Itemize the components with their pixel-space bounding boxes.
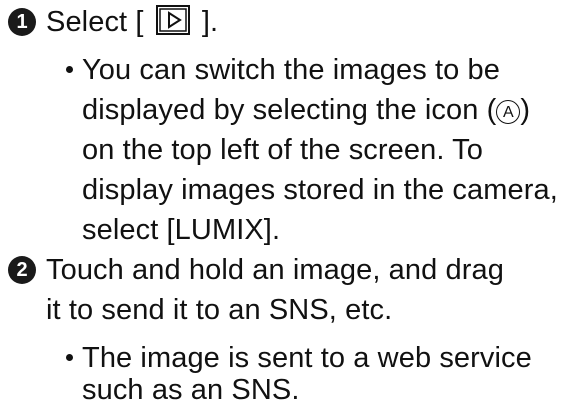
playback-icon xyxy=(155,5,190,35)
step-2-note-line-1: The image is sent to a web service xyxy=(82,342,532,374)
step-1-select-close: ]. xyxy=(201,6,219,38)
instruction-page: 1 Select [ ]. You can switch the images … xyxy=(0,0,577,407)
step-1-bullet xyxy=(66,66,73,73)
step-2-badge: 2 xyxy=(8,256,36,284)
step-1-text: Select [ ]. xyxy=(46,4,218,40)
step-2-text-line-1: Touch and hold an image, and drag xyxy=(46,254,504,286)
step-2-note-line-2: such as an SNS. xyxy=(82,374,300,406)
step-1-note-line-4: display images stored in the camera, xyxy=(82,174,558,206)
step-1-note-line-2: displayed by selecting the icon (A) xyxy=(82,94,531,126)
step-1-note-line-5: select [LUMIX]. xyxy=(82,214,281,246)
step-1-note-line-1: You can switch the images to be xyxy=(82,54,500,86)
icon-a-callout: A xyxy=(496,100,521,124)
step-1-badge: 1 xyxy=(8,8,36,36)
step-1-select-label: Select [ xyxy=(46,6,144,38)
step-2-text-line-2: it to send it to an SNS, etc. xyxy=(46,294,393,326)
step-1-note-line-3: on the top left of the screen. To xyxy=(82,134,483,166)
step-2-bullet xyxy=(66,354,73,361)
